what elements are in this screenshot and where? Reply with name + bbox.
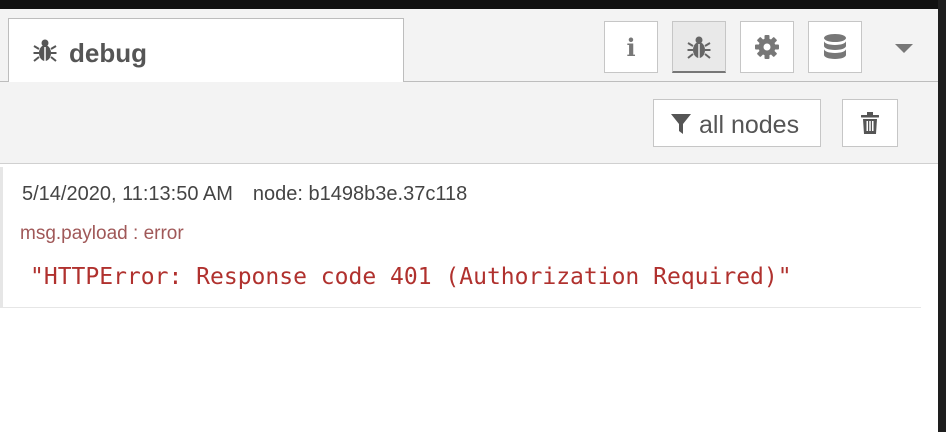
message-topic: msg.payload : error: [20, 223, 184, 244]
debug-button[interactable]: [672, 21, 726, 73]
clear-messages-button[interactable]: [842, 99, 898, 147]
database-icon: [824, 34, 846, 59]
bug-icon: [33, 39, 57, 62]
window-top-edge: [0, 0, 946, 9]
sidebar-tab-bar: debug i: [0, 9, 938, 82]
filter-label: all nodes: [699, 111, 800, 139]
message-meta: 5/14/2020, 11:13:50 AM node: b1498b3e.37c…: [22, 183, 467, 206]
message-payload[interactable]: "HTTPError: Response code 401 (Authoriza…: [30, 264, 792, 290]
config-button[interactable]: [740, 21, 794, 73]
info-icon: i: [626, 32, 636, 62]
bug-icon: [687, 36, 711, 59]
message-timestamp: 5/14/2020, 11:13:50 AM: [22, 183, 233, 205]
trash-icon: [861, 112, 879, 134]
debug-messages-list: 5/14/2020, 11:13:50 AM node: b1498b3e.37c…: [0, 164, 938, 432]
message-node-link[interactable]: node: b1498b3e.37c118: [253, 183, 467, 205]
filter-button[interactable]: all nodes: [653, 99, 821, 147]
debug-sidebar: debug i all nodes 5/14/2020, 11:13:50 AM…: [0, 9, 938, 432]
tab-debug[interactable]: debug: [8, 18, 404, 82]
debug-toolbar: all nodes: [0, 82, 938, 164]
info-button[interactable]: i: [604, 21, 658, 73]
filter-icon: [671, 114, 691, 134]
editor-edge: [938, 0, 946, 432]
tab-label: debug: [69, 38, 147, 68]
gear-icon: [755, 35, 779, 59]
debug-message[interactable]: 5/14/2020, 11:13:50 AM node: b1498b3e.37c…: [0, 167, 921, 308]
caret-down-icon[interactable]: [895, 44, 913, 53]
context-button[interactable]: [808, 21, 862, 73]
